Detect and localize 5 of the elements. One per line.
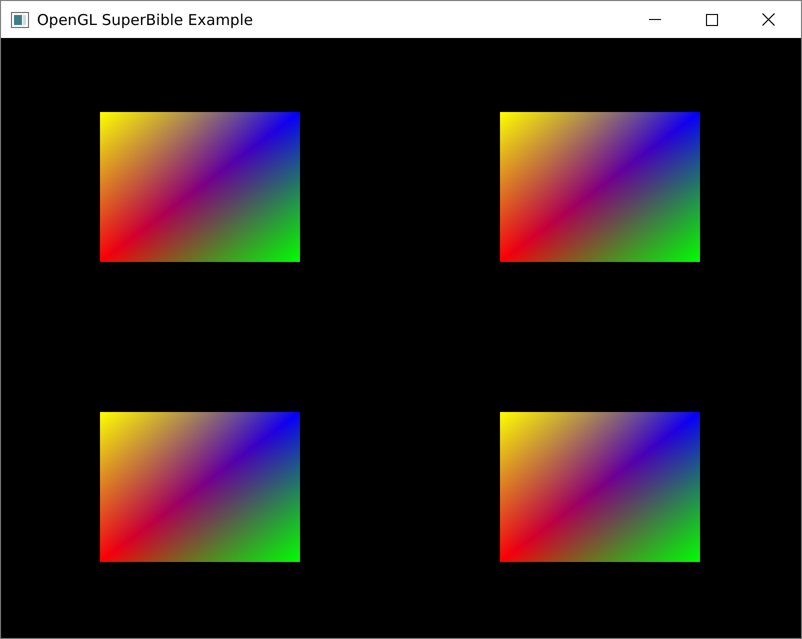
app-icon: [11, 12, 29, 28]
close-icon: [762, 13, 775, 26]
minimize-icon: [648, 18, 660, 20]
maximize-icon: [706, 14, 718, 26]
window-title: OpenGL SuperBible Example: [37, 10, 254, 28]
